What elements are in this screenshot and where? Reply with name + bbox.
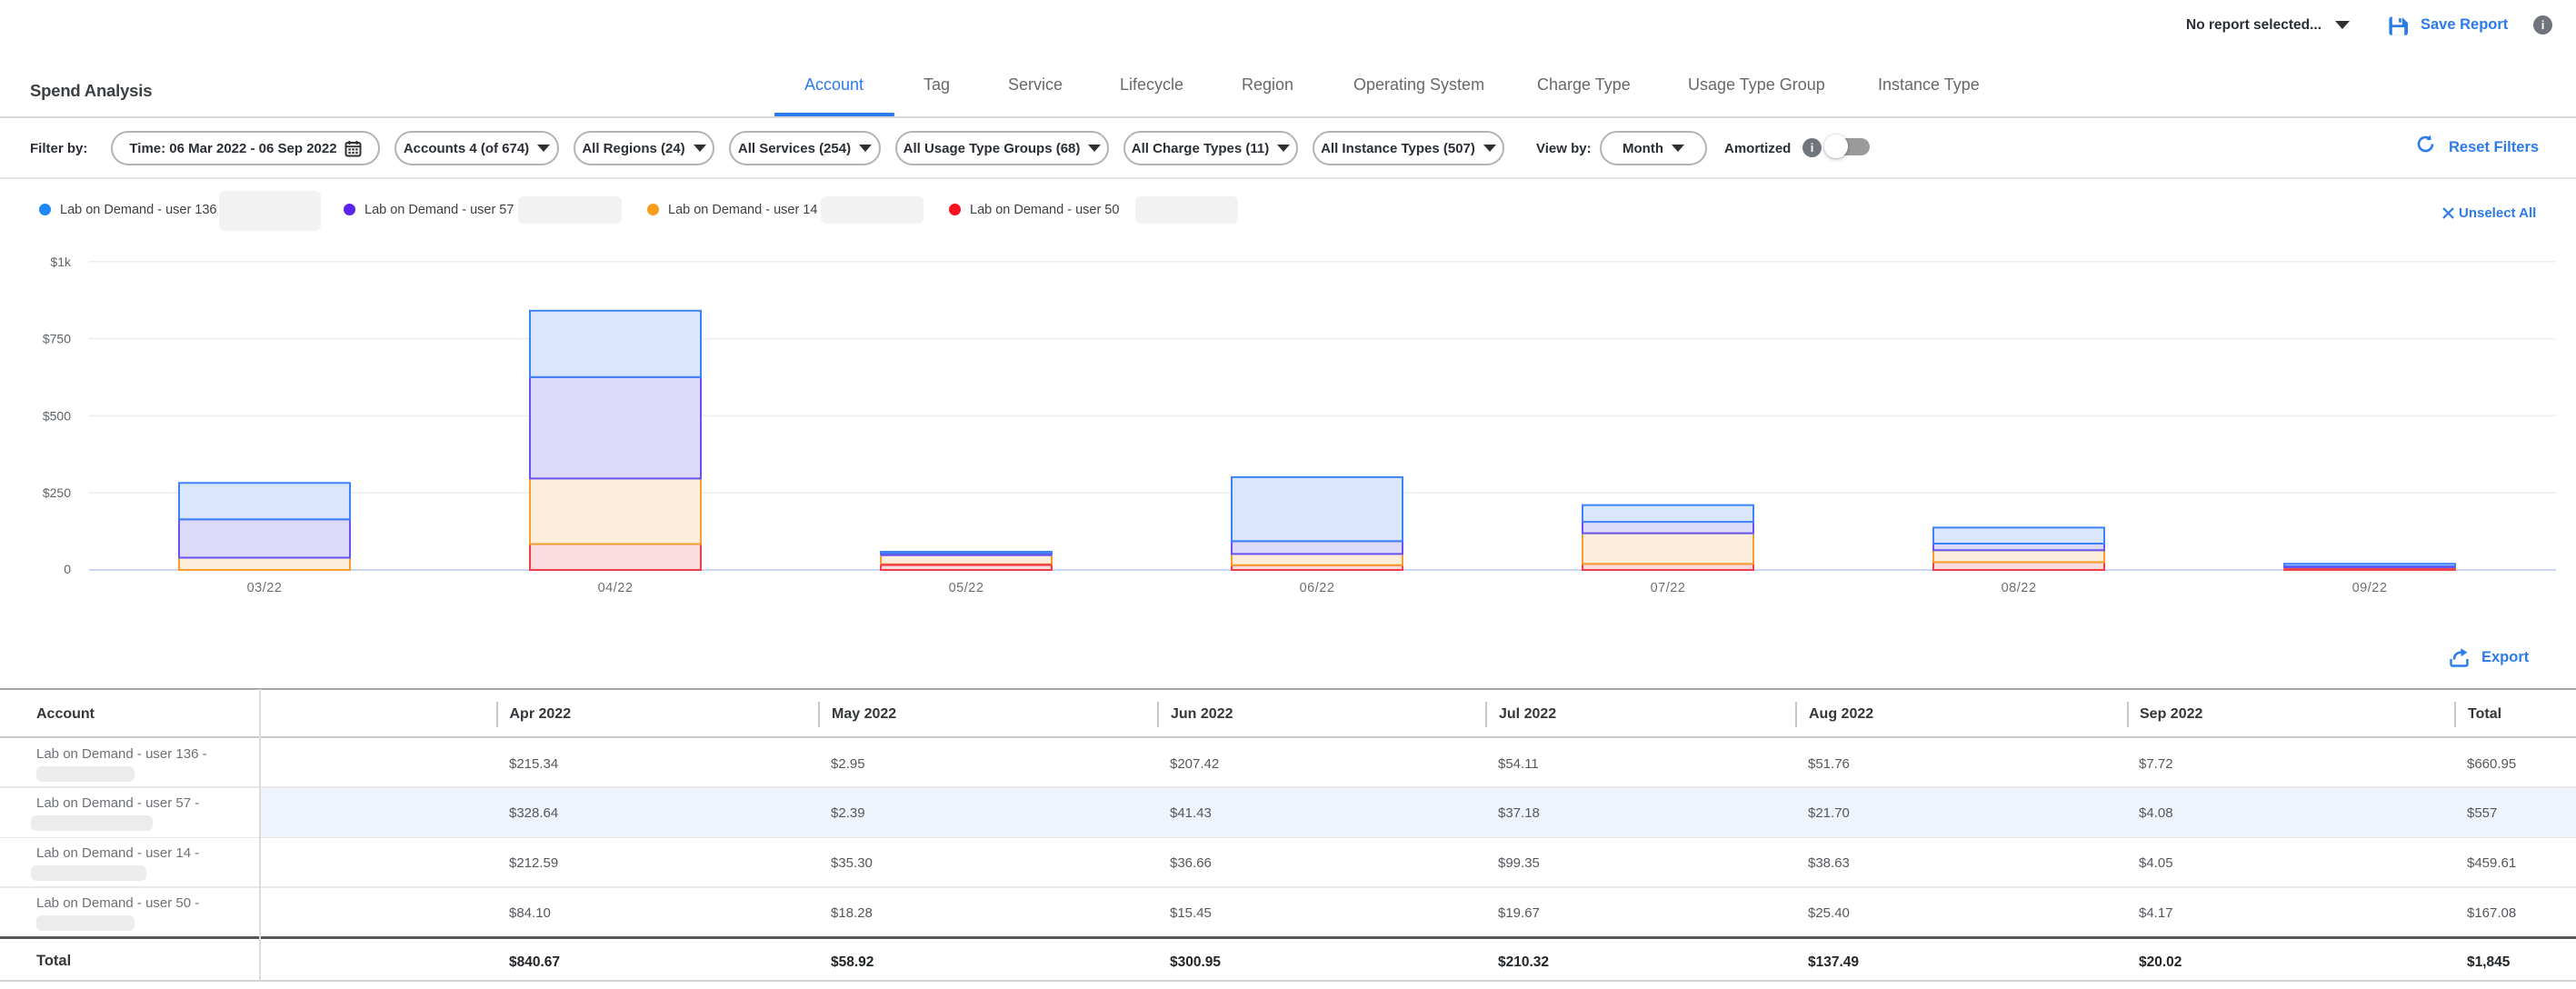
svg-text:09/22: 09/22 (2352, 581, 2388, 595)
svg-text:$250: $250 (43, 485, 71, 500)
svg-text:08/22: 08/22 (2002, 581, 2037, 595)
svg-text:$1k: $1k (50, 255, 72, 269)
svg-text:05/22: 05/22 (949, 581, 984, 595)
svg-text:04/22: 04/22 (598, 581, 634, 595)
svg-text:0: 0 (64, 562, 71, 576)
svg-text:03/22: 03/22 (247, 581, 283, 595)
svg-text:07/22: 07/22 (1651, 581, 1686, 595)
svg-text:$750: $750 (43, 332, 71, 346)
svg-text:06/22: 06/22 (1300, 581, 1335, 595)
svg-text:$500: $500 (43, 408, 71, 423)
